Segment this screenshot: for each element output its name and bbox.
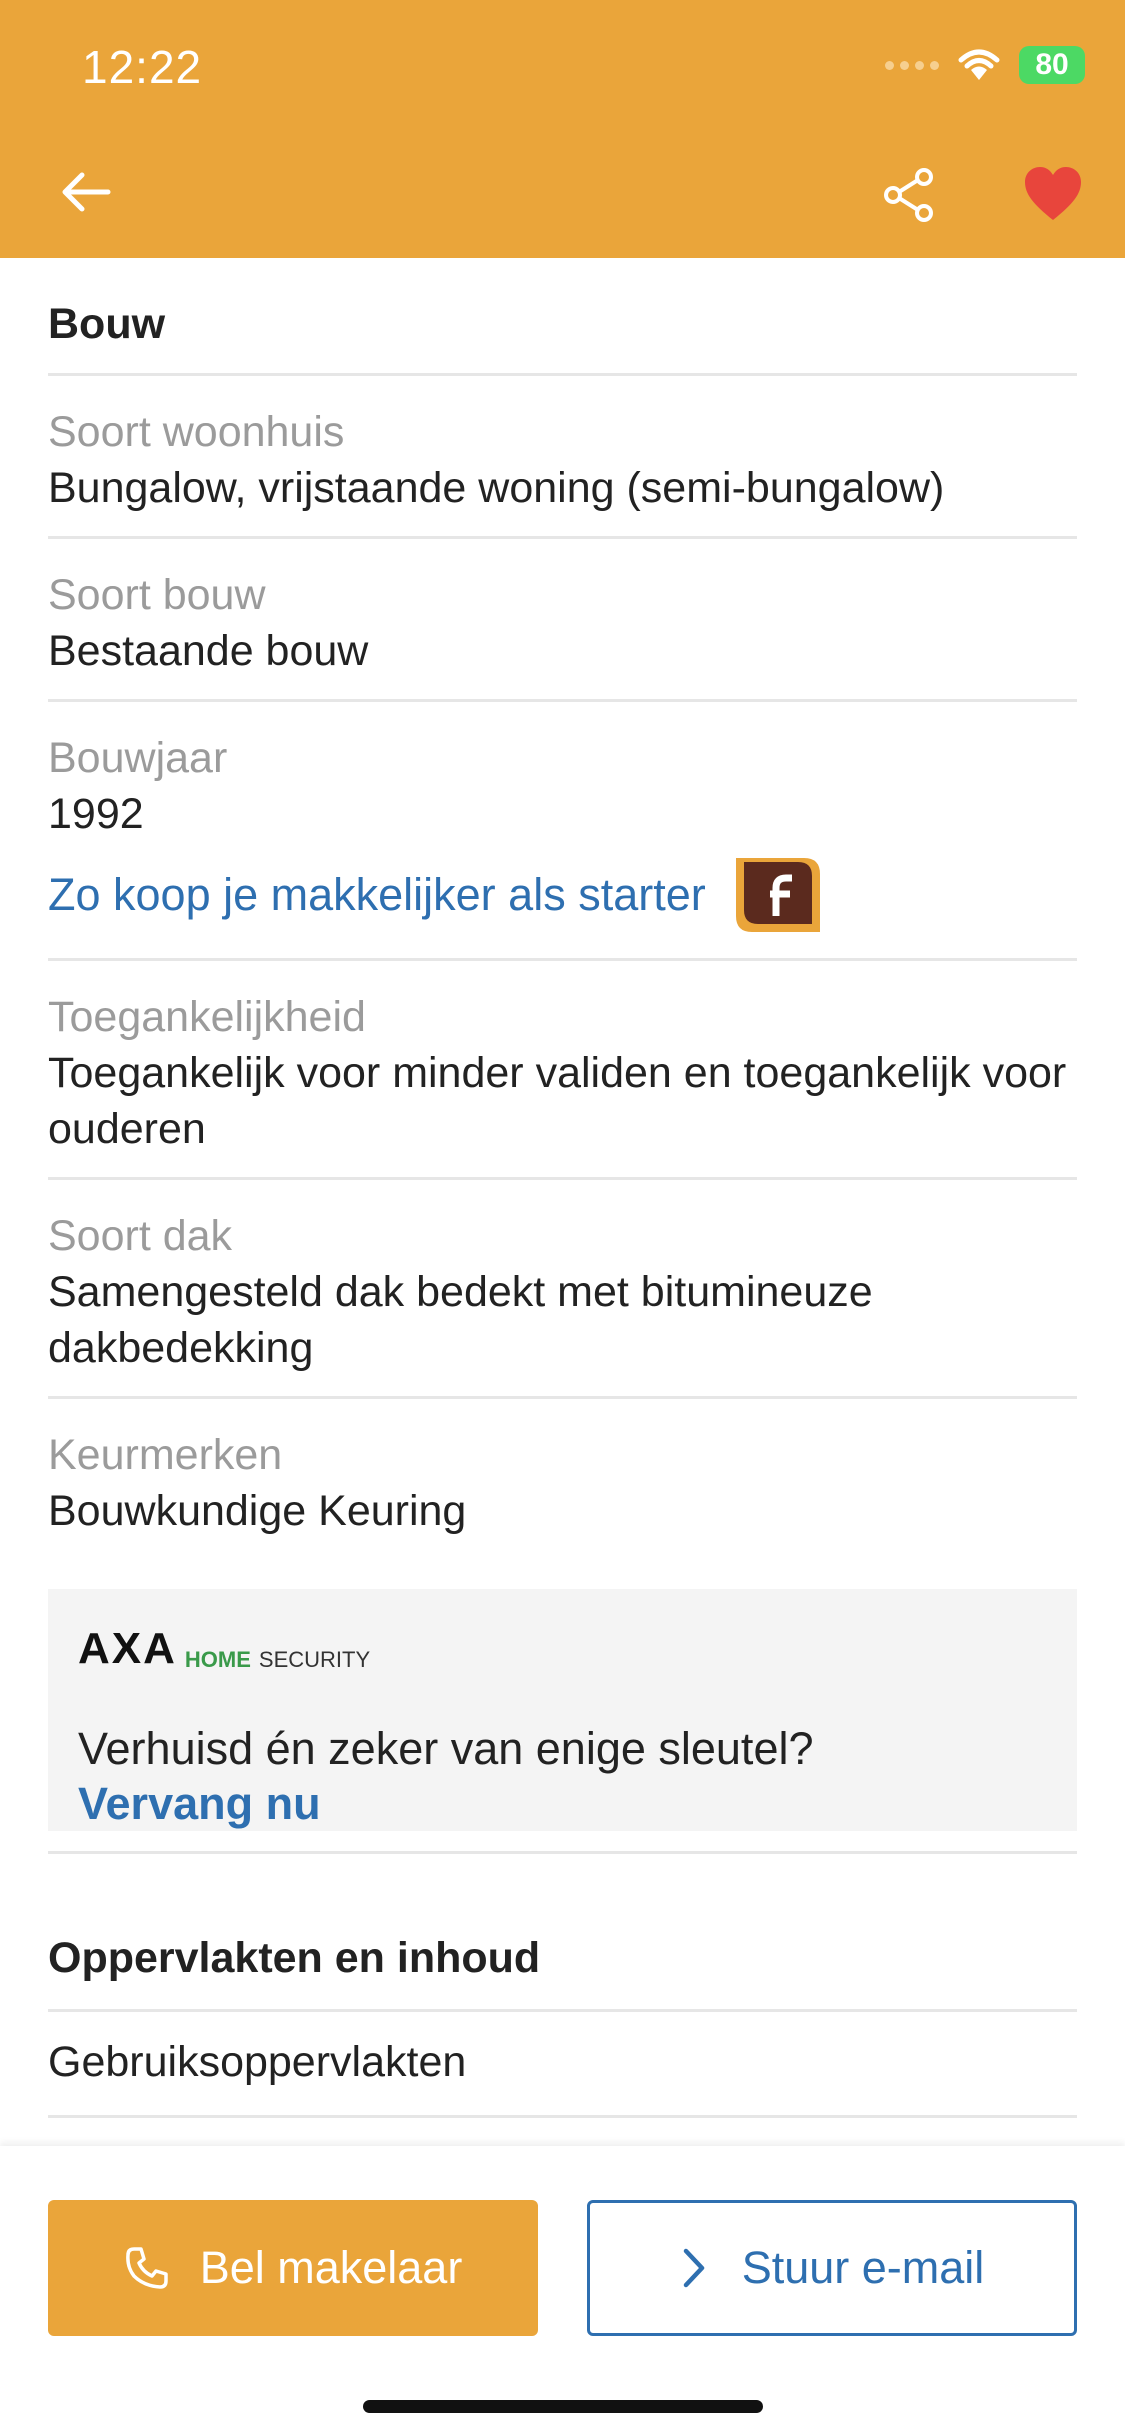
call-agent-button[interactable]: Bel makelaar bbox=[48, 2200, 538, 2336]
detail-row-soort-woonhuis: Soort woonhuis Bungalow, vrijstaande won… bbox=[48, 376, 1077, 539]
send-email-label: Stuur e-mail bbox=[741, 2242, 985, 2293]
financing-badge-icon[interactable] bbox=[732, 852, 824, 938]
row-value: Bestaande bouw bbox=[48, 627, 369, 675]
row-value: Toegankelijk voor minder validen en toeg… bbox=[48, 1049, 1067, 1153]
home-indicator[interactable] bbox=[363, 2400, 763, 2413]
ad-link[interactable]: Vervang nu bbox=[78, 1777, 1047, 1831]
phone-icon bbox=[125, 2247, 168, 2289]
send-email-button[interactable]: Stuur e-mail bbox=[587, 2200, 1077, 2336]
status-indicators: 80 bbox=[885, 46, 1085, 84]
starter-link-text[interactable]: Zo koop je makkelijker als starter bbox=[48, 869, 706, 921]
section-title-bouw: Bouw bbox=[48, 258, 1077, 376]
row-value: Samengesteld dak bedekt met bitumineuze … bbox=[48, 1268, 873, 1372]
divider bbox=[48, 1831, 1077, 1854]
battery-indicator: 80 bbox=[1019, 46, 1085, 84]
axa-security: SECURITY bbox=[258, 1647, 371, 1672]
share-icon[interactable] bbox=[880, 165, 940, 225]
axa-brand: AXA bbox=[78, 1624, 177, 1673]
row-label: Keurmerken bbox=[48, 1431, 283, 1479]
status-time: 12:22 bbox=[82, 41, 203, 93]
detail-row-soort-dak: Soort dak Samengesteld dak bedekt met bi… bbox=[48, 1180, 1077, 1399]
axa-logo: AXA HOME SECURITY bbox=[78, 1627, 1047, 1671]
starter-link[interactable]: Zo koop je makkelijker als starter bbox=[48, 852, 1077, 938]
arrow-left-icon[interactable] bbox=[56, 162, 116, 222]
row-label: Toegankelijkheid bbox=[48, 993, 366, 1041]
row-value: Bungalow, vrijstaande woning (semi-bunga… bbox=[48, 464, 945, 512]
section-title-oppervlakten: Oppervlakten en inhoud bbox=[48, 1854, 1077, 2012]
row-label: Soort woonhuis bbox=[48, 408, 345, 456]
row-value: Bouwkundige Keuring bbox=[48, 1487, 467, 1535]
row-label: Soort bouw bbox=[48, 571, 266, 619]
row-label: Bouwjaar bbox=[48, 734, 228, 782]
row-value: 1992 bbox=[48, 790, 144, 838]
detail-row-soort-bouw: Soort bouw Bestaande bouw bbox=[48, 539, 1077, 702]
axa-ad-banner[interactable]: AXA HOME SECURITY Verhuisd én zeker van … bbox=[48, 1589, 1077, 1831]
ad-text: Verhuisd én zeker van enige sleutel? bbox=[78, 1723, 814, 1774]
heart-icon[interactable] bbox=[1023, 166, 1083, 222]
axa-home: HOME bbox=[184, 1647, 251, 1672]
detail-content: Bouw Soort woonhuis Bungalow, vrijstaand… bbox=[48, 258, 1077, 2118]
detail-row-keurmerken: Keurmerken Bouwkundige Keuring bbox=[48, 1399, 1077, 1559]
signal-icon bbox=[885, 60, 939, 70]
detail-row-bouwjaar: Bouwjaar 1992 Zo koop je makkelijker als… bbox=[48, 702, 1077, 961]
call-agent-label: Bel makelaar bbox=[199, 2242, 463, 2293]
subsection-gebruiksoppervlakten[interactable]: Gebruiksoppervlakten bbox=[48, 2012, 1077, 2118]
bottom-action-bar: Bel makelaar Stuur e-mail bbox=[0, 2146, 1125, 2436]
app-header: 12:22 80 bbox=[0, 0, 1125, 258]
row-label: Soort dak bbox=[48, 1212, 233, 1260]
wifi-icon bbox=[958, 49, 1000, 80]
chevron-right-icon bbox=[683, 2248, 704, 2288]
detail-row-toegankelijkheid: Toegankelijkheid Toegankelijk voor minde… bbox=[48, 961, 1077, 1180]
